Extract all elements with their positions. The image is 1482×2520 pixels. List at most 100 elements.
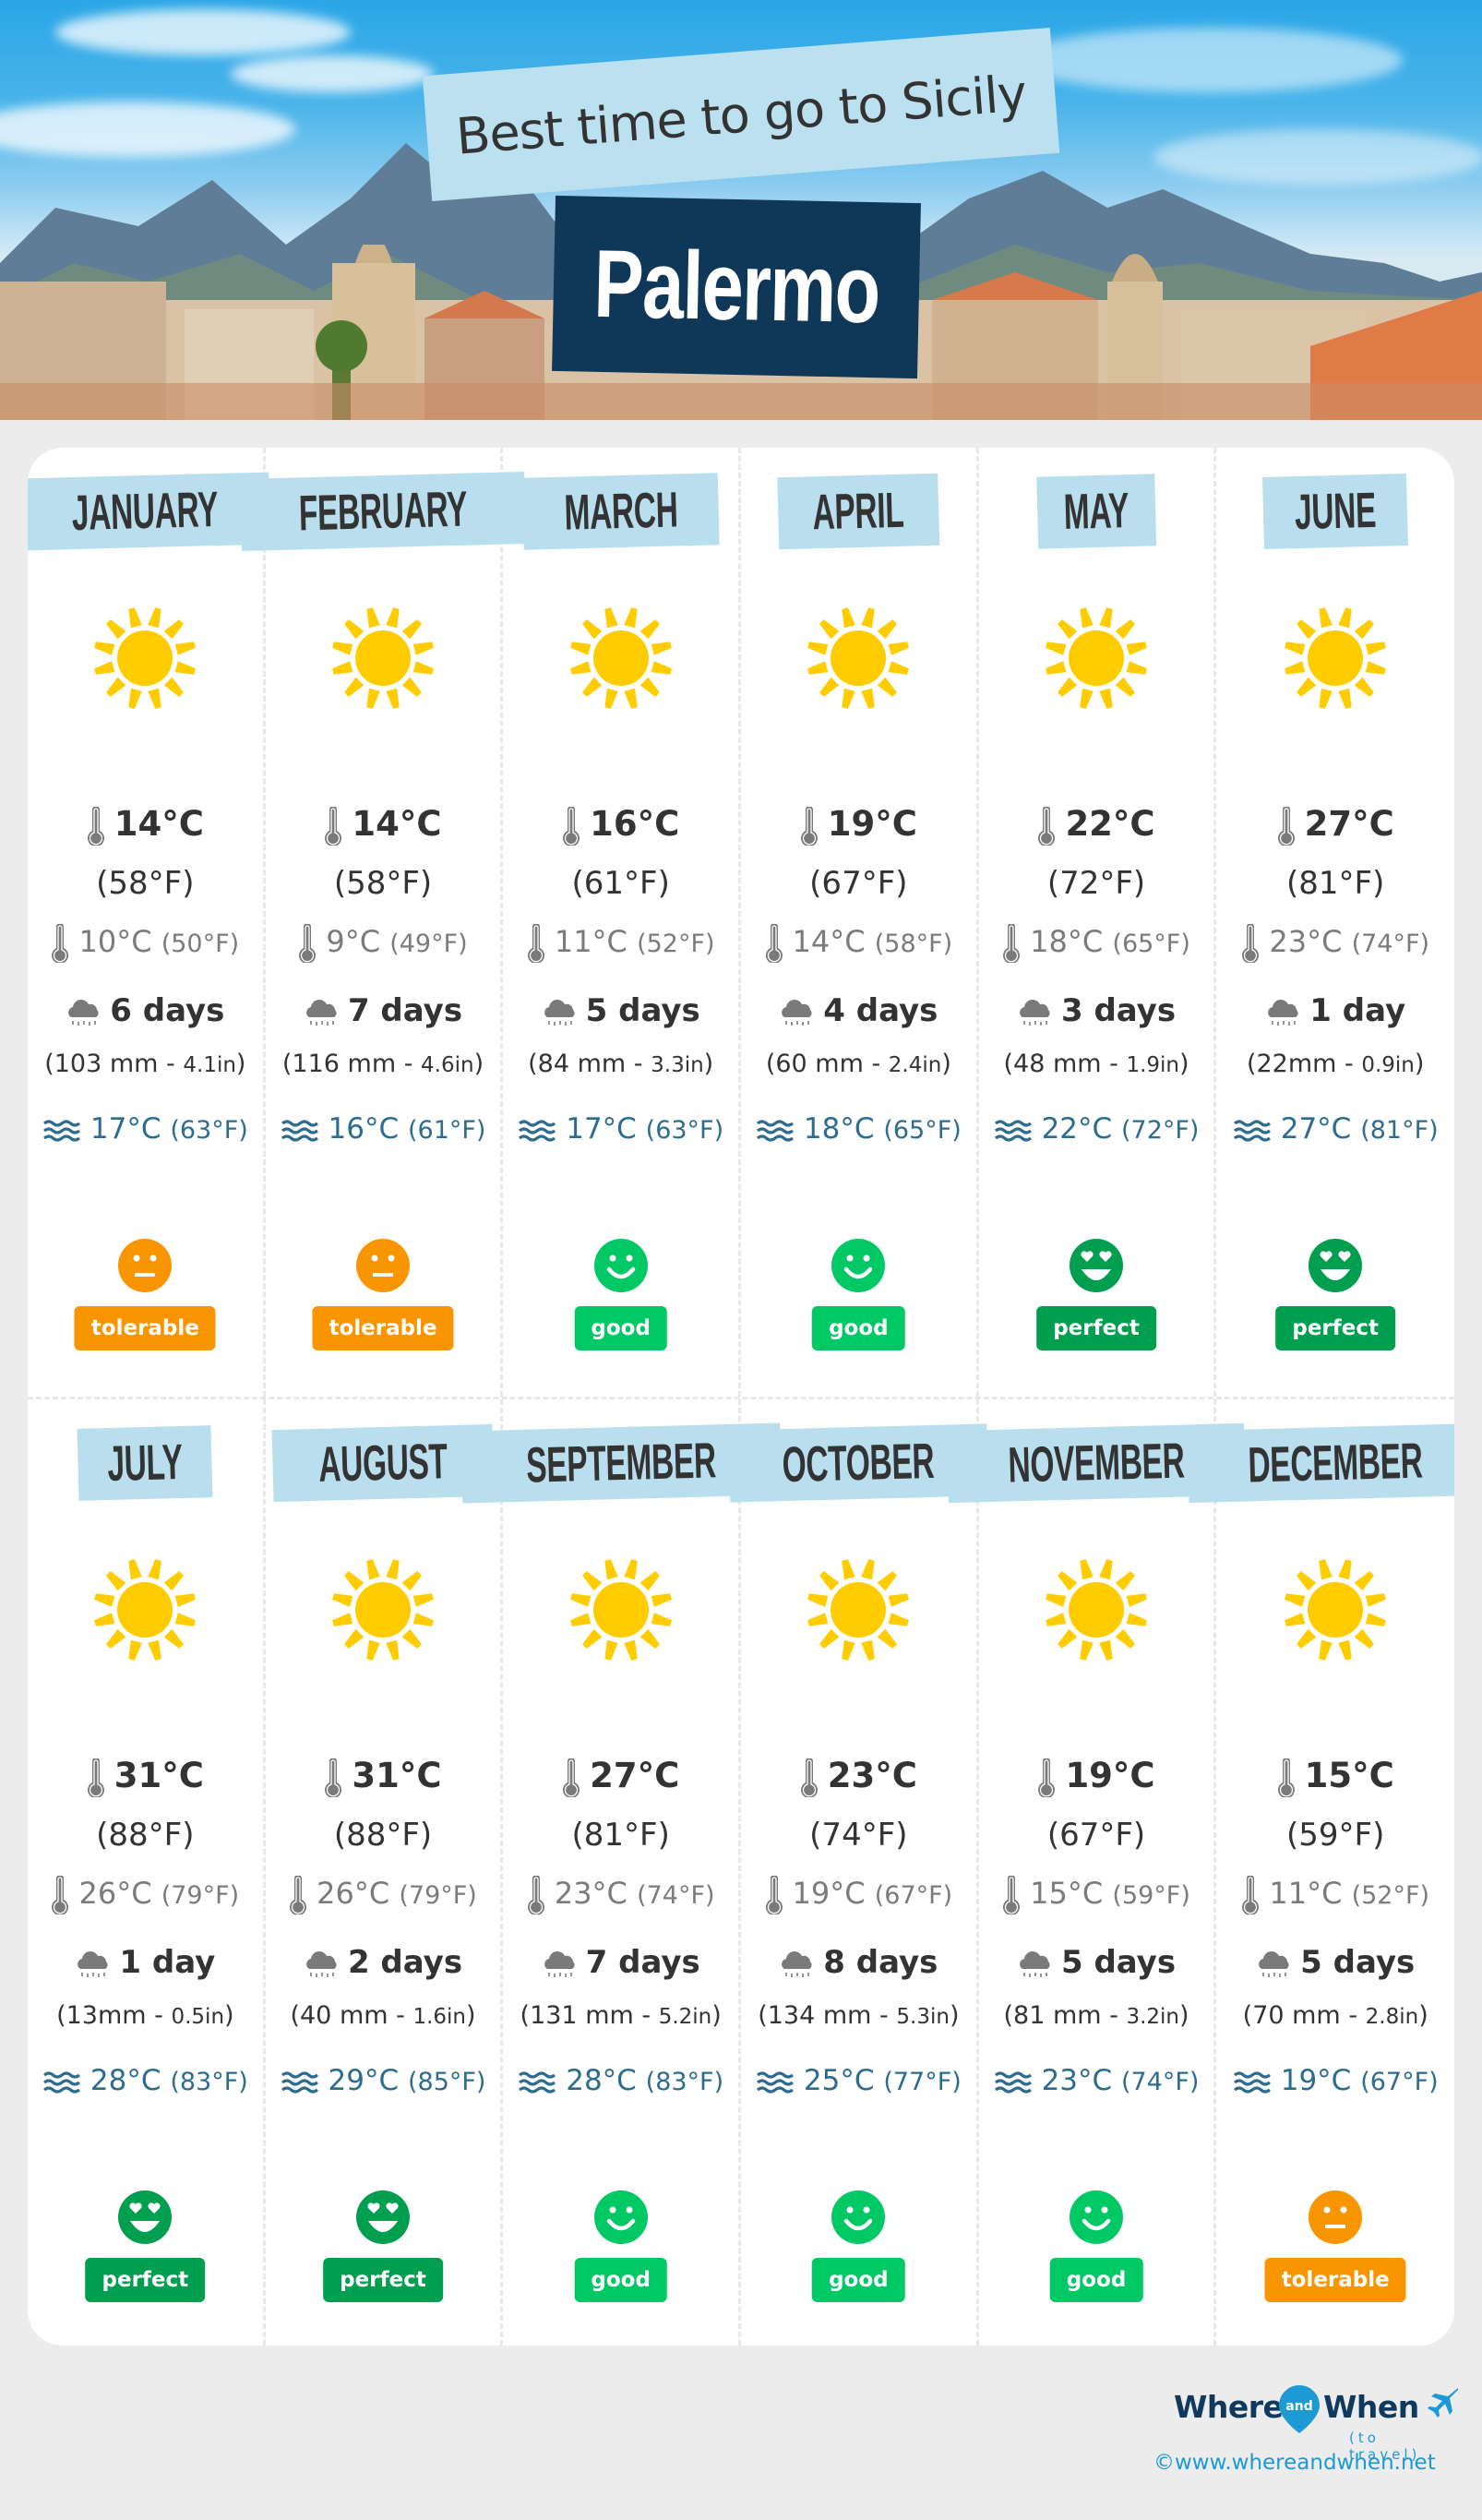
sun-ray	[1099, 1559, 1113, 1580]
waves-icon	[1233, 2070, 1271, 2094]
sun-ray	[1046, 661, 1067, 675]
thermometer-icon	[800, 1758, 818, 1797]
thermometer-icon	[563, 1758, 580, 1797]
sun-ray	[386, 688, 400, 709]
sun-ray	[569, 642, 591, 655]
high-temp-celsius: 14°C	[352, 804, 442, 844]
sea-temp-fahrenheit: (81°F)	[1360, 1116, 1439, 1145]
month-name: FEBRUARY	[298, 481, 468, 542]
thermometer-low-icon	[1242, 1876, 1260, 1914]
sun-ray	[623, 1559, 638, 1580]
rain-days-count: 5 days	[1060, 1944, 1177, 1981]
avg-low-temp: 15°C (59°F)	[979, 1876, 1214, 1914]
sea-temp-celsius: 19°C	[1280, 2064, 1352, 2097]
sun-ray	[651, 1593, 672, 1607]
waves-icon	[281, 1119, 318, 1142]
sun-icon	[1046, 607, 1147, 709]
low-temp-celsius: 19°C	[792, 1876, 866, 1911]
rainfall-amount: (70 mm - 2.8in)	[1216, 2001, 1454, 2030]
high-temp-celsius: 22°C	[1065, 804, 1155, 844]
sun-ray	[1080, 1639, 1094, 1661]
hero-banner: Best time to go to Sicily Palermo	[0, 0, 1482, 420]
low-temp-fahrenheit: (67°F)	[874, 1881, 953, 1910]
rainfall-amount: (134 mm - 5.3in)	[741, 2001, 976, 2030]
sea-temp-celsius: 28°C	[566, 2064, 637, 2097]
sun-ray	[1046, 1613, 1067, 1626]
sea-temp-fahrenheit: (83°F)	[170, 2068, 248, 2096]
sun-ray	[344, 1571, 365, 1591]
sun-ray	[819, 1628, 840, 1649]
sun-ray	[386, 607, 400, 629]
sea-temp-celsius: 16°C	[328, 1112, 400, 1146]
sun-ray	[842, 1639, 856, 1661]
sun-ray	[412, 661, 434, 675]
rainfall-amount: (116 mm - 4.6in)	[266, 1050, 501, 1078]
sun-ray	[401, 619, 422, 640]
sun-icon	[1285, 1559, 1387, 1661]
sea-temp-fahrenheit: (61°F)	[408, 1116, 486, 1145]
month-column-august: AUGUST 31°C (88°F) 26°C (79°F) 2 days (4…	[266, 1399, 504, 2346]
copyright-link[interactable]: ©www.whereandwhen.net	[1153, 2451, 1436, 2475]
rainfall-close-paren: )	[224, 2001, 234, 2030]
low-temp-fahrenheit: (58°F)	[874, 930, 953, 958]
rainfall-inches: 2.4in	[888, 1053, 942, 1077]
month-name: NOVEMBER	[1007, 1433, 1186, 1494]
rainfall-amount: (84 mm - 3.3in)	[503, 1050, 738, 1078]
sun-ray	[1115, 1571, 1135, 1591]
low-temp-celsius: 23°C	[1269, 924, 1343, 959]
rain-days-count: 1 day	[119, 1944, 216, 1981]
waves-icon	[519, 2070, 556, 2094]
rain-cloud-icon	[1020, 999, 1050, 1026]
avg-low-temp: 10°C (50°F)	[28, 924, 263, 963]
month-column-march: MARCH 16°C (61°F) 11°C (52°F) 5 days (84…	[503, 448, 742, 1397]
sea-temp: 16°C (61°F)	[266, 1112, 501, 1146]
rain-days-count: 5 days	[585, 992, 700, 1029]
rainy-days: 5 days	[1216, 1944, 1454, 1981]
thermometer-low-icon	[765, 1876, 783, 1914]
rainfall-close-paren: )	[473, 1050, 484, 1078]
waves-icon	[994, 2070, 1032, 2094]
rainfall-amount: (81 mm - 3.2in)	[979, 2001, 1214, 2030]
sun-ray	[1365, 1613, 1387, 1626]
avg-high-temp-fahrenheit: (58°F)	[333, 865, 433, 902]
sun-ray	[94, 661, 115, 675]
waves-icon	[1233, 1119, 1271, 1142]
sun-ray	[1365, 1593, 1387, 1607]
sun-ray	[651, 642, 672, 655]
sun-ray	[889, 1613, 910, 1626]
thermometer-low-icon	[290, 1876, 307, 1914]
thermometer-icon	[800, 806, 818, 846]
sun-ray	[366, 1639, 380, 1661]
sun-ray	[1285, 1613, 1306, 1626]
rainfall-inches: 4.1in	[183, 1053, 236, 1077]
avg-low-temp: 11°C (52°F)	[1216, 1876, 1454, 1914]
avg-high-temp: 31°C	[266, 1756, 501, 1797]
sun-ray	[569, 1613, 591, 1626]
month-label-tag: FEBRUARY	[240, 471, 526, 552]
sun-ray	[1115, 677, 1135, 697]
sun-ray	[623, 1639, 638, 1661]
avg-low-temp: 9°C (49°F)	[266, 924, 501, 963]
sun-ray	[569, 1593, 591, 1607]
cloud	[231, 55, 434, 92]
sun-ray	[639, 1628, 660, 1649]
logo-where-text: Where	[1174, 2389, 1284, 2425]
month-column-april: APRIL 19°C (67°F) 14°C (58°F) 4 days (60…	[741, 448, 979, 1397]
rainfall-inches: 1.6in	[412, 2005, 466, 2029]
month-label-tag: APRIL	[777, 473, 940, 550]
low-temp-fahrenheit: (79°F)	[399, 1881, 477, 1910]
rainy-days: 7 days	[503, 1944, 738, 1981]
rain-days-count: 5 days	[1300, 1944, 1416, 1981]
city-banner: Palermo	[552, 195, 921, 379]
month-column-may: MAY 22°C (72°F) 18°C (65°F) 3 days (48 m…	[979, 448, 1217, 1397]
waves-icon	[756, 1119, 794, 1142]
low-temp-celsius: 9°C	[326, 924, 381, 959]
sun-ray	[861, 1639, 876, 1661]
sea-temp-celsius: 22°C	[1041, 1112, 1113, 1146]
sun-icon	[332, 607, 434, 709]
sun-ray	[1080, 688, 1094, 709]
rainfall-mm: (134 mm -	[758, 2001, 897, 2030]
high-temp-celsius: 31°C	[352, 1756, 442, 1795]
rainfall-mm: (60 mm -	[765, 1050, 889, 1078]
sun-ray	[878, 677, 898, 697]
